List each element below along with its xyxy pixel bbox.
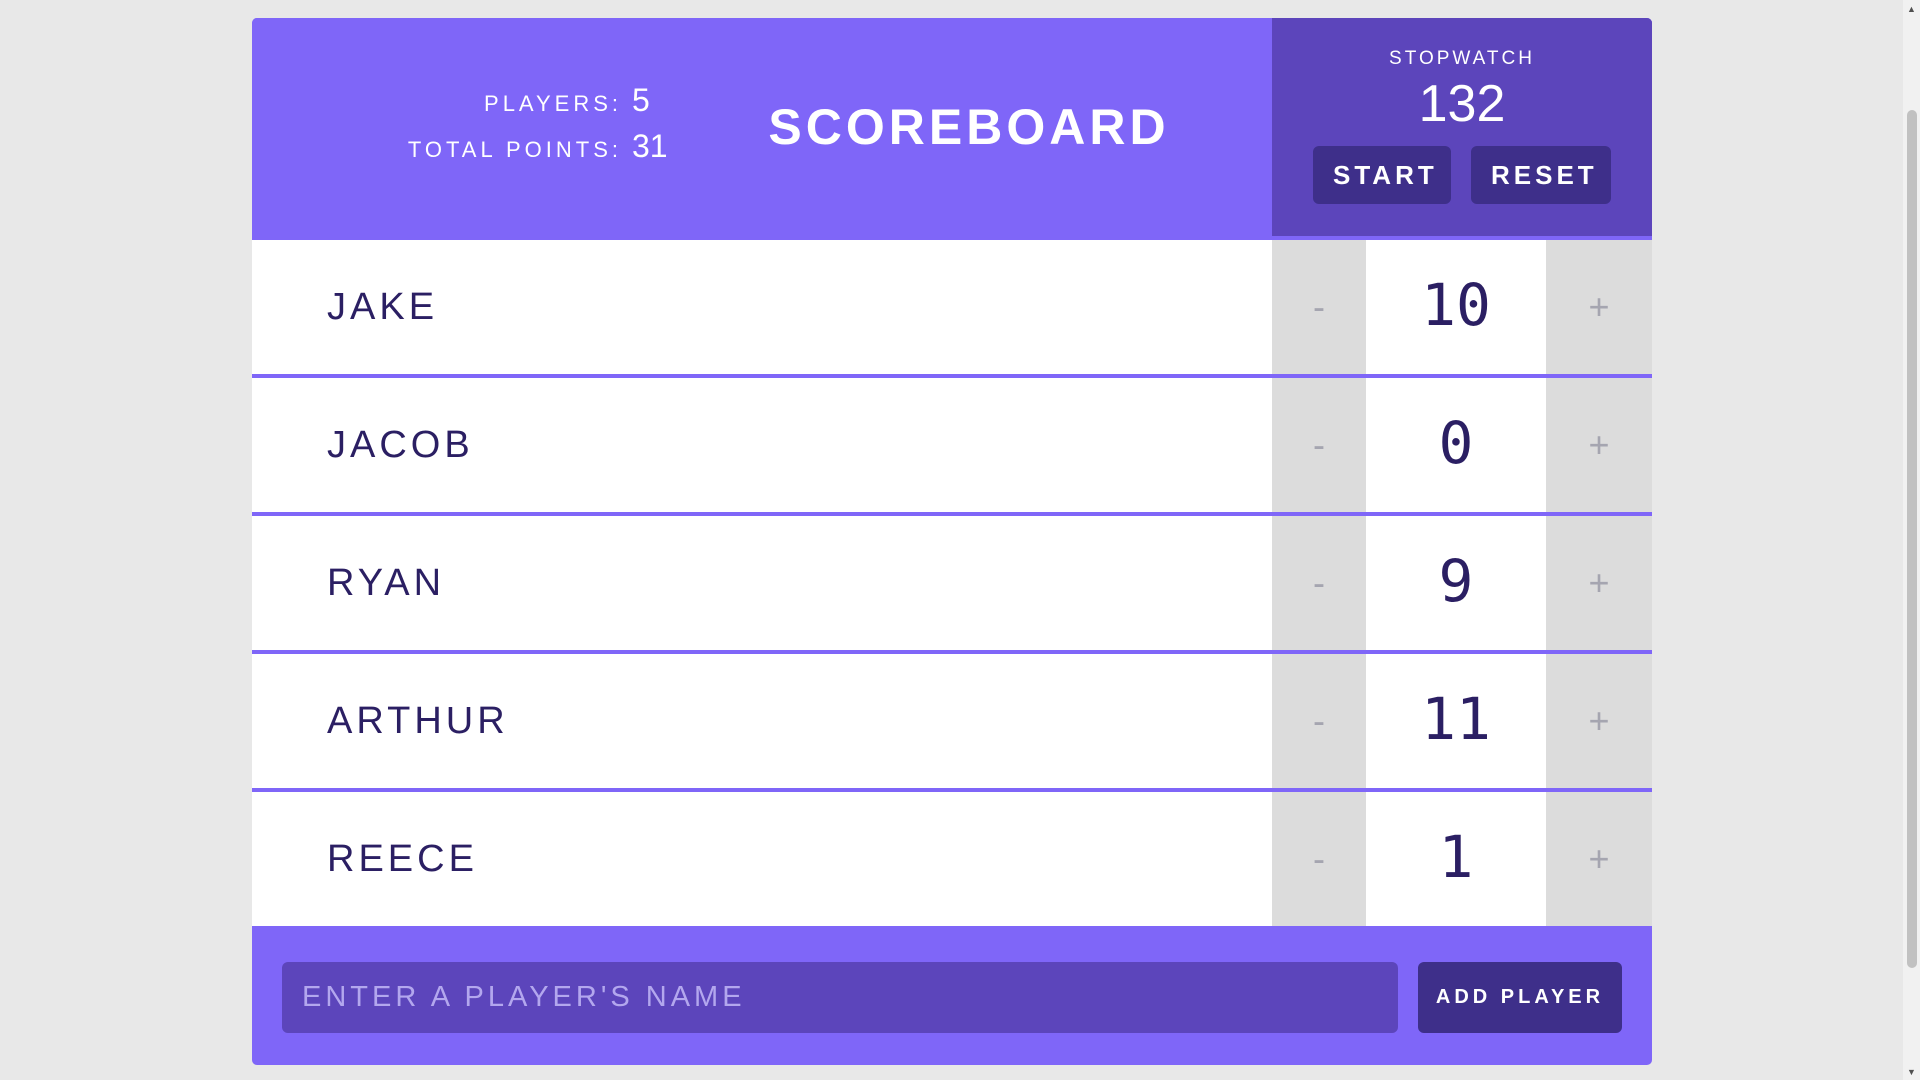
scoreboard: PLAYERS: 5 TOTAL POINTS: 31 SCOREBOARD S… [252,18,1652,1065]
stats-panel: PLAYERS: 5 TOTAL POINTS: 31 [252,18,672,236]
total-points-label: TOTAL POINTS: [407,137,622,162]
stopwatch-time: 132 [1418,75,1506,133]
increment-button[interactable]: + [1546,792,1652,926]
scoreboard-header: PLAYERS: 5 TOTAL POINTS: 31 SCOREBOARD S… [252,18,1652,236]
increment-button[interactable]: + [1546,240,1652,374]
player-name: RYAN [327,561,446,604]
page-title: SCOREBOARD [768,99,1170,155]
player-row: REECE - 1 + [252,792,1652,926]
player-score: 9 [1366,516,1546,650]
players-stat: PLAYERS: 5 [332,82,672,128]
player-row: JACOB - 0 + [252,378,1652,512]
scroll-thumb[interactable] [1907,110,1917,968]
stopwatch-controls: START RESET [1313,146,1611,204]
total-points-value: 31 [632,128,668,164]
score-counter: - 9 + [1272,516,1652,650]
start-button[interactable]: START [1313,146,1451,204]
player-row: RYAN - 9 + [252,516,1652,650]
total-points-stat: TOTAL POINTS: 31 [332,128,672,174]
decrement-button[interactable]: - [1272,240,1366,374]
decrement-button[interactable]: - [1272,654,1366,788]
player-score: 10 [1366,240,1546,374]
player-name: JAKE [327,285,439,328]
scroll-down-icon[interactable]: ▼ [1903,1063,1920,1080]
player-score: 0 [1366,378,1546,512]
player-name: ARTHUR [327,699,509,742]
decrement-button[interactable]: - [1272,792,1366,926]
player-row: JAKE - 10 + [252,240,1652,374]
increment-button[interactable]: + [1546,378,1652,512]
increment-button[interactable]: + [1546,654,1652,788]
score-counter: - 1 + [1272,792,1652,926]
add-player-form: ADD PLAYER [252,930,1652,1065]
page-scrollbar[interactable]: ▲ ▼ [1903,0,1920,1080]
increment-button[interactable]: + [1546,516,1652,650]
decrement-button[interactable]: - [1272,516,1366,650]
decrement-button[interactable]: - [1272,378,1366,512]
player-score: 11 [1366,654,1546,788]
score-counter: - 0 + [1272,378,1652,512]
stopwatch-label: STOPWATCH [1389,48,1535,69]
player-list: JAKE - 10 + JACOB - 0 + RYAN - 9 + ARTHU… [252,240,1652,930]
stopwatch: STOPWATCH 132 START RESET [1272,18,1652,236]
player-row: ARTHUR - 11 + [252,654,1652,788]
player-name: REECE [327,837,478,880]
reset-button[interactable]: RESET [1471,146,1611,204]
player-name: JACOB [327,423,474,466]
players-label: PLAYERS: [484,91,622,116]
players-count: 5 [632,82,650,118]
player-name-input[interactable] [282,962,1398,1033]
add-player-button[interactable]: ADD PLAYER [1418,962,1622,1033]
player-score: 1 [1366,792,1546,926]
score-counter: - 11 + [1272,654,1652,788]
scroll-up-icon[interactable]: ▲ [1903,0,1920,17]
score-counter: - 10 + [1272,240,1652,374]
